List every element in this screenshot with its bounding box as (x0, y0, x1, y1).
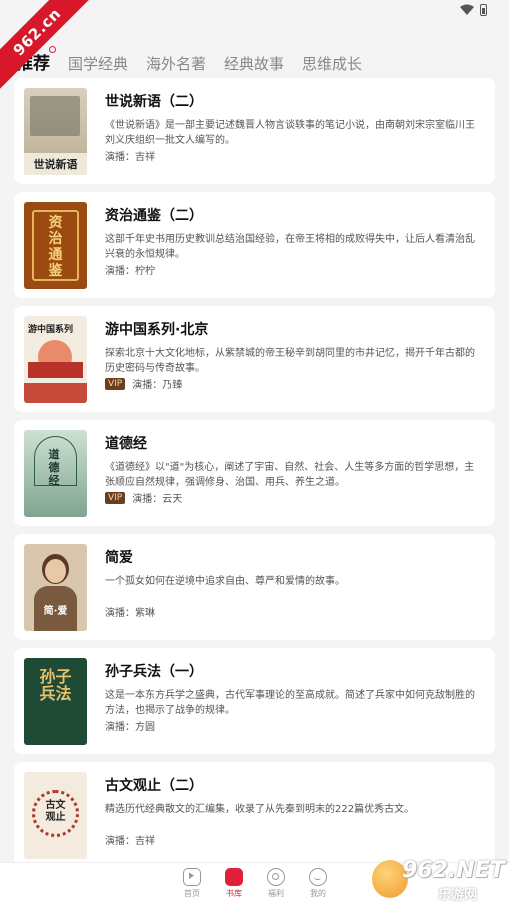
watermark-sub: 乐游网 (438, 888, 478, 903)
book-desc: 《世说新语》是一部主要记述魏晋人物言谈轶事的笔记小说，由南朝刘宋宗室临川王刘义庆… (105, 120, 475, 146)
book-cover: 道德经 (24, 430, 87, 517)
nav-welfare[interactable]: 福利 (261, 868, 291, 899)
nav-label: 我的 (310, 889, 326, 898)
book-icon (225, 868, 243, 886)
play-icon (183, 868, 201, 886)
cover-text: 游中国系列 (28, 325, 74, 335)
cover-text: 孙子兵法 (39, 667, 72, 703)
book-list: 世说新语 世说新语（二） 《世说新语》是一部主要记述魏晋人物言谈轶事的笔记小说，… (14, 78, 495, 876)
book-title: 孙子兵法（一） (105, 664, 203, 680)
cover-text: 古文观止 (45, 800, 66, 823)
watermark-brand: 962.NET (402, 858, 505, 883)
gift-icon (267, 868, 285, 886)
nav-home[interactable]: 首页 (177, 868, 207, 899)
tab-growth[interactable]: 思维成长 (302, 53, 362, 74)
cover-text: 世说新语 (33, 158, 78, 171)
category-tabs: 推荐 国学经典 海外名著 经典故事 思维成长 (0, 46, 380, 74)
tab-guoxue[interactable]: 国学经典 (68, 53, 128, 74)
narrator: 演播：柠柠 (105, 266, 155, 277)
narrator: 演播：吉祥 (105, 836, 155, 847)
book-card[interactable]: 简·爱 简爱 一个孤女如何在逆境中追求自由、尊严和爱情的故事。 演播：紫琳 (14, 534, 495, 640)
narrator: 演播：方圆 (105, 722, 155, 733)
book-title: 游中国系列·北京 (105, 322, 209, 338)
nav-label: 福利 (268, 889, 284, 898)
book-title: 简爱 (105, 550, 133, 566)
battery-icon (480, 4, 487, 16)
book-card[interactable]: 孙子兵法 孙子兵法（一） 这是一本东方兵学之盛典，古代军事理论的至高成就。简述了… (14, 648, 495, 754)
book-desc: 一个孤女如何在逆境中追求自由、尊严和爱情的故事。 (105, 576, 345, 587)
book-card[interactable]: 道德经 道德经 《道德经》以"道"为核心，阐述了宇宙、自然、社会、人生等多方面的… (14, 420, 495, 526)
nav-profile[interactable]: 我的 (303, 868, 333, 899)
nav-library[interactable]: 书库 (219, 868, 249, 899)
dot-icon (49, 46, 56, 53)
book-cover: 游中国系列 (24, 316, 87, 403)
book-card[interactable]: 世说新语 世说新语（二） 《世说新语》是一部主要记述魏晋人物言谈轶事的笔记小说，… (14, 78, 495, 184)
book-card[interactable]: 资治通鉴 资治通鉴（二） 这部千年史书用历史教训总结治国经验，在帝王将相的成败得… (14, 192, 495, 298)
book-title: 道德经 (105, 436, 147, 452)
narrator: 演播：乃臻 (132, 380, 183, 391)
book-desc: 探索北京十大文化地标，从紫禁城的帝王秘辛到胡同里的市井记忆，揭开千年古都的历史密… (105, 348, 475, 374)
book-cover: 资治通鉴 (24, 202, 87, 289)
book-title: 资治通鉴（二） (105, 208, 203, 224)
book-desc: 《道德经》以"道"为核心，阐述了宇宙、自然、社会、人生等多方面的哲学思想，主张顺… (105, 462, 475, 488)
book-cover: 古文观止 (24, 772, 87, 859)
nav-label: 书库 (226, 889, 242, 898)
cover-text: 资治通鉴 (48, 215, 63, 279)
book-desc: 这部千年史书用历史教训总结治国经验，在帝王将相的成败得失中，让后人看清治乱兴衰的… (105, 234, 475, 260)
book-cover: 世说新语 (24, 88, 87, 175)
narrator: 演播：吉祥 (105, 152, 155, 163)
tab-overseas[interactable]: 海外名著 (146, 53, 206, 74)
book-card[interactable]: 古文观止 古文观止（二） 精选历代经典散文的汇编集，收录了从先秦到明末的222篇… (14, 762, 495, 868)
book-cover: 简·爱 (24, 544, 87, 631)
vip-badge: VIP (105, 377, 126, 390)
nav-label: 首页 (184, 889, 200, 898)
book-title: 古文观止（二） (105, 778, 203, 794)
narrator: 演播：云天 (132, 494, 183, 505)
book-title: 世说新语（二） (105, 94, 203, 110)
cover-text: 道德经 (48, 448, 60, 487)
book-card[interactable]: 游中国系列 游中国系列·北京 探索北京十大文化地标，从紫禁城的帝王秘辛到胡同里的… (14, 306, 495, 412)
book-desc: 精选历代经典散文的汇编集，收录了从先秦到明末的222篇优秀古文。 (105, 804, 415, 815)
watermark-logo: 962.NET 乐游网 (370, 858, 505, 903)
tab-stories[interactable]: 经典故事 (224, 53, 284, 74)
wifi-icon (460, 4, 474, 15)
book-desc: 这是一本东方兵学之盛典，古代军事理论的至高成就。简述了兵家中如何克敌制胜的方法，… (105, 690, 475, 716)
cover-text: 简·爱 (43, 606, 68, 617)
vip-badge: VIP (105, 491, 126, 504)
smile-icon (309, 868, 327, 886)
book-cover: 孙子兵法 (24, 658, 87, 745)
narrator: 演播：紫琳 (105, 608, 155, 619)
